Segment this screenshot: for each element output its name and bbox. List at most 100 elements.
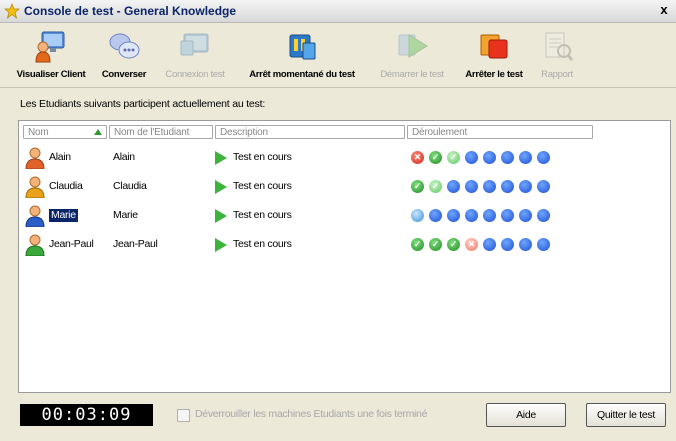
- view-client-button[interactable]: Visualiser Client: [8, 25, 94, 83]
- toolbar-separator: [0, 87, 676, 88]
- progress-fail-icon: ✕: [465, 238, 478, 251]
- column-header-progress[interactable]: Déroulement: [407, 125, 593, 139]
- progress-pending-icon: [501, 180, 514, 193]
- connection-test-button[interactable]: Connexion test: [154, 25, 236, 83]
- student-icon: [25, 234, 45, 256]
- intro-text: Les Etudiants suivants participent actue…: [20, 98, 266, 110]
- student-login: Jean-Paul: [49, 238, 94, 250]
- student-login: Alain: [49, 151, 71, 163]
- monitor-user-icon: [35, 31, 65, 63]
- pause-test-icon: [289, 34, 316, 60]
- progress-current-icon: [411, 209, 424, 222]
- column-header-name[interactable]: Nom: [23, 125, 107, 139]
- status-text: Test en cours: [233, 238, 292, 250]
- student-icon: [25, 205, 45, 227]
- table-row[interactable]: Claudia Claudia Test en cours ✓ ✓: [19, 172, 670, 200]
- progress-pending-icon: [483, 238, 496, 251]
- unlock-machines-checkbox[interactable]: [177, 409, 190, 422]
- progress-pending-icon: [465, 151, 478, 164]
- connection-screen-icon: [180, 33, 209, 56]
- report-button[interactable]: Rapport: [532, 25, 582, 83]
- test-console-window: Console de test - General Knowledge x Vi…: [0, 0, 676, 441]
- column-header-label: Nom de l'Etudiant: [114, 127, 190, 138]
- quit-test-button[interactable]: Quitter le test: [586, 403, 666, 427]
- play-icon: [215, 238, 227, 252]
- converse-button[interactable]: Converser: [96, 25, 152, 83]
- pause-test-button[interactable]: Arrêt momentané du test: [238, 25, 366, 83]
- toolbar-label: Rapport: [541, 69, 573, 80]
- student-name: Alain: [113, 151, 135, 163]
- progress-pending-icon: [519, 209, 532, 222]
- close-button[interactable]: x: [656, 2, 672, 18]
- progress-pending-icon: [501, 151, 514, 164]
- elapsed-timer: 00:03:09: [20, 404, 153, 426]
- column-header-student-name[interactable]: Nom de l'Etudiant: [109, 125, 213, 139]
- progress-pending-icon: [447, 209, 460, 222]
- student-name: Marie: [113, 209, 138, 221]
- stop-test-button[interactable]: Arrêter le test: [458, 25, 530, 83]
- column-header-label: Nom: [28, 127, 49, 138]
- progress-pending-icon: [447, 180, 460, 193]
- selected-label: Marie: [49, 209, 78, 222]
- student-icon: [25, 147, 45, 169]
- play-icon: [215, 209, 227, 223]
- progress-pending-icon: [537, 238, 550, 251]
- progress-pending-icon: [537, 151, 550, 164]
- help-button[interactable]: Aide: [486, 403, 566, 427]
- progress-pending-icon: [429, 209, 442, 222]
- student-login: Claudia: [49, 180, 83, 192]
- progress-pending-icon: [519, 238, 532, 251]
- sort-ascending-icon: [94, 129, 102, 135]
- progress-done-icon: ✓: [447, 151, 460, 164]
- student-name: Claudia: [113, 180, 147, 192]
- progress-pending-icon: [483, 151, 496, 164]
- progress-pending-icon: [519, 151, 532, 164]
- progress-pending-icon: [501, 209, 514, 222]
- toolbar-label: Arrêt momentané du test: [249, 69, 355, 80]
- progress-done-icon: ✓: [447, 238, 460, 251]
- table-row[interactable]: Jean-Paul Jean-Paul Test en cours ✓ ✓ ✓ …: [19, 230, 670, 258]
- progress-done-icon: ✓: [411, 238, 424, 251]
- student-name: Jean-Paul: [113, 238, 158, 250]
- title-bar: Console de test - General Knowledge x: [0, 0, 676, 23]
- play-icon: [215, 151, 227, 165]
- chat-bubbles-icon: [109, 33, 140, 59]
- table-row[interactable]: Alain Alain Test en cours ✕ ✓ ✓: [19, 143, 670, 171]
- progress-done-icon: ✓: [429, 238, 442, 251]
- students-list[interactable]: Nom Nom de l'Etudiant Description Déroul…: [18, 120, 671, 393]
- play-icon: [215, 180, 227, 194]
- progress-pending-icon: [483, 209, 496, 222]
- start-test-icon: [398, 34, 428, 58]
- progress-done-icon: ✓: [429, 180, 442, 193]
- toolbar-label: Visualiser Client: [16, 69, 86, 80]
- progress-pending-icon: [483, 180, 496, 193]
- student-icon: [25, 176, 45, 198]
- status-text: Test en cours: [233, 209, 292, 221]
- column-header-description[interactable]: Description: [215, 125, 405, 139]
- progress-pending-icon: [537, 180, 550, 193]
- report-icon: [545, 32, 574, 61]
- start-test-button[interactable]: Démarrer le test: [368, 25, 456, 83]
- table-row[interactable]: Marie Marie Test en cours: [19, 201, 670, 229]
- progress-done-icon: ✓: [411, 180, 424, 193]
- progress-pending-icon: [465, 180, 478, 193]
- toolbar-label: Démarrer le test: [380, 69, 444, 80]
- status-text: Test en cours: [233, 151, 292, 163]
- progress-fail-icon: ✕: [411, 151, 424, 164]
- column-header-label: Déroulement: [412, 127, 468, 138]
- stop-test-icon: [480, 34, 508, 59]
- progress-pending-icon: [465, 209, 478, 222]
- progress-pending-icon: [519, 180, 532, 193]
- column-header-label: Description: [220, 127, 268, 138]
- status-text: Test en cours: [233, 180, 292, 192]
- unlock-machines-label: Déverrouiller les machines Etudiants une…: [195, 408, 428, 420]
- progress-done-icon: ✓: [429, 151, 442, 164]
- student-login: Marie: [49, 201, 78, 229]
- progress-pending-icon: [537, 209, 550, 222]
- toolbar: Visualiser Client Converser Connexion te…: [0, 23, 676, 85]
- progress-pending-icon: [501, 238, 514, 251]
- star-icon: [4, 3, 20, 19]
- window-title: Console de test - General Knowledge: [24, 4, 237, 18]
- toolbar-label: Connexion test: [165, 69, 225, 80]
- toolbar-label: Converser: [101, 69, 147, 80]
